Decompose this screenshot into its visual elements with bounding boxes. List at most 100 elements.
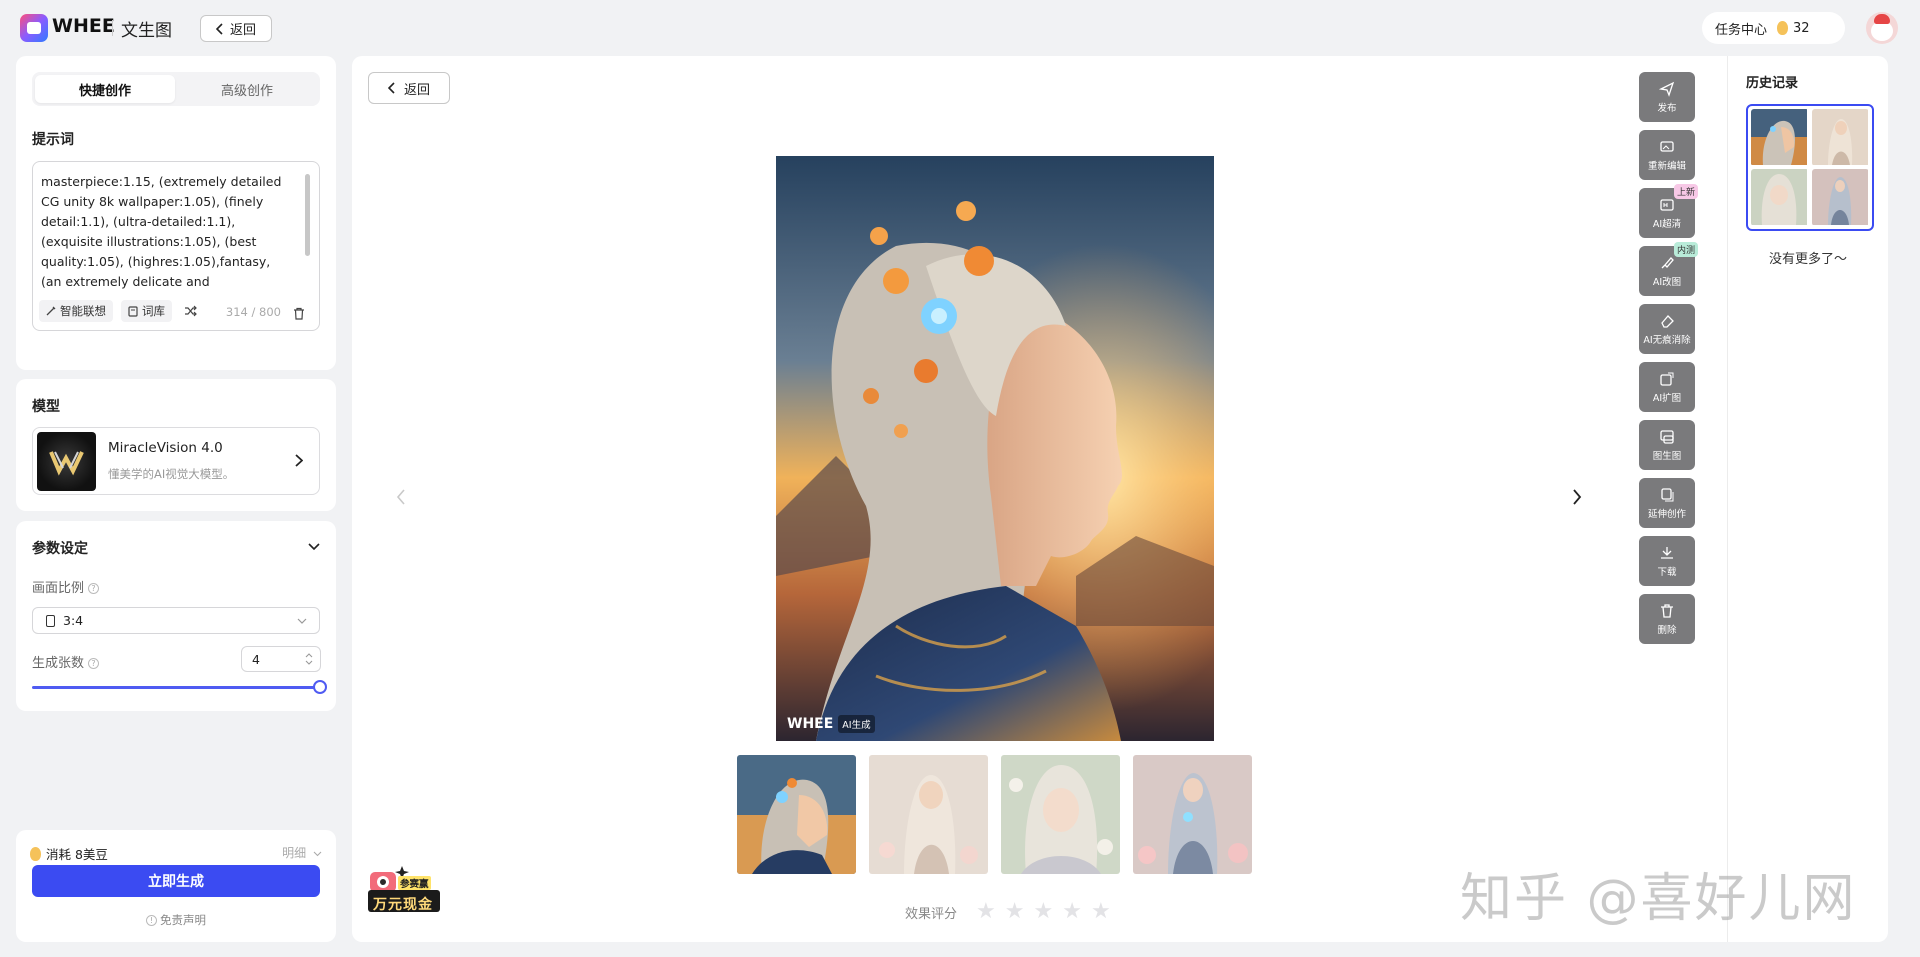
miraclevision-logo-icon <box>49 451 84 476</box>
params-card: 参数设定 画面比例? 3:4 生成张数? 4 <box>16 521 336 711</box>
image-count-stepper[interactable]: 4 <box>241 646 321 672</box>
hd-icon <box>1660 198 1674 211</box>
page-title: 文生图 <box>121 21 172 41</box>
history-item[interactable] <box>1746 104 1874 231</box>
star-icon[interactable]: ★ <box>1062 901 1082 923</box>
disclaimer-link[interactable]: ! 免责声明 <box>16 912 336 928</box>
tool-button-brush[interactable]: AI改图 内测 <box>1639 242 1698 296</box>
tab-advanced-create[interactable]: 高级创作 <box>177 75 317 103</box>
image-count-slider[interactable] <box>32 686 320 689</box>
prompt-label: 提示词 <box>32 132 74 148</box>
count-field-label: 生成张数? <box>32 652 100 671</box>
brush-icon <box>1661 256 1674 268</box>
top-header: WHEE 文生图 返回 任务中心 32 <box>0 0 1920 56</box>
smart-suggest-button[interactable]: 智能联想 <box>39 300 113 322</box>
rating-label: 效果评分 <box>905 906 958 922</box>
zhihu-watermark: 知乎 @喜好儿网 <box>1460 869 1857 929</box>
rating-bar: 效果评分 ★ ★ ★ ★ ★ <box>905 901 1111 923</box>
send-icon <box>1659 81 1675 97</box>
contest-badge[interactable]: 参赛赢 万元现金 <box>368 862 440 914</box>
tool-tag-badge: 上新 <box>1673 184 1698 199</box>
lexicon-button[interactable]: 词库 <box>121 300 172 322</box>
preview-panel: 返回 WHEE AI生成 效果评分 ★ ★ ★ ★ ★ 参赛赢 万元现金 发布 … <box>352 56 1888 942</box>
header-divider <box>112 20 113 36</box>
fantasy-portrait-image <box>776 156 1214 741</box>
chevron-down-icon[interactable] <box>308 543 320 551</box>
expand-icon <box>1660 372 1674 386</box>
watermark-brand: WHEE <box>787 716 834 732</box>
cost-label: 消耗 8美豆 <box>46 847 108 862</box>
chevron-down-icon <box>313 851 322 857</box>
copy-icon <box>1661 487 1674 501</box>
generate-button[interactable]: 立即生成 <box>32 865 320 897</box>
prompt-text[interactable]: masterpiece:1.15, (extremely detailed CG… <box>41 172 291 294</box>
cost-detail-button[interactable]: 明细 <box>282 844 322 861</box>
tool-button-copy[interactable]: 延伸创作 <box>1639 478 1695 528</box>
prompt-scrollbar[interactable] <box>305 174 310 256</box>
trash-icon <box>1661 603 1673 618</box>
clear-prompt-trash-icon[interactable] <box>293 307 305 320</box>
prompt-textarea[interactable]: masterpiece:1.15, (extremely detailed CG… <box>32 161 320 331</box>
tab-quick-create[interactable]: 快捷创作 <box>35 75 175 103</box>
avatar-face <box>1871 21 1893 41</box>
brand-name[interactable]: WHEE <box>52 15 115 37</box>
tool-button-expand[interactable]: AI扩图 <box>1639 362 1695 412</box>
header-back-button[interactable]: 返回 <box>200 15 272 42</box>
ratio-select[interactable]: 3:4 <box>32 607 320 634</box>
tool-label: 图生图 <box>1652 450 1682 462</box>
next-image-arrow-icon[interactable] <box>1572 486 1582 511</box>
chevron-right-icon <box>295 454 303 467</box>
result-thumbnail-3[interactable] <box>1001 755 1120 874</box>
tool-button-edit-image[interactable]: 重新编辑 <box>1639 130 1695 180</box>
generate-card: 消耗 8美豆 明细 立即生成 ! 免责声明 <box>16 830 336 942</box>
user-avatar[interactable] <box>1866 12 1898 44</box>
model-thumbnail <box>37 432 96 491</box>
chevron-left-icon <box>215 22 223 35</box>
task-center-label: 任务中心 <box>1715 22 1768 38</box>
image-count-value: 4 <box>252 651 260 667</box>
history-thumbnail-3 <box>1751 169 1809 226</box>
tool-button-download[interactable]: 下载 <box>1639 536 1695 586</box>
result-thumbnails <box>737 755 1252 874</box>
tool-label: 下载 <box>1657 566 1677 578</box>
star-icon[interactable]: ★ <box>1091 901 1111 923</box>
tool-button-send[interactable]: 发布 <box>1639 72 1695 122</box>
stepper-arrows-icon[interactable] <box>305 652 313 666</box>
generated-image-main[interactable]: WHEE AI生成 <box>776 156 1214 741</box>
badge-top-text: 参赛赢 <box>398 876 431 890</box>
smart-suggest-label: 智能联想 <box>60 304 106 318</box>
tool-label: AI改图 <box>1652 276 1682 288</box>
tool-button-eraser[interactable]: AI无痕消除 <box>1639 304 1695 354</box>
download-icon <box>1661 546 1673 559</box>
help-icon[interactable]: ? <box>88 583 100 594</box>
star-icon[interactable]: ★ <box>976 901 996 923</box>
bean-count: 32 <box>1793 20 1810 36</box>
model-description: 懂美学的AI视觉大模型。 <box>108 467 235 481</box>
result-thumbnail-4[interactable] <box>1133 755 1252 874</box>
whee-logo-icon[interactable] <box>20 14 48 42</box>
select-chevron-down-icon <box>297 618 307 624</box>
params-label: 参数设定 <box>32 541 88 557</box>
preview-back-button[interactable]: 返回 <box>368 72 450 104</box>
tool-button-hd[interactable]: AI超清 上新 <box>1639 184 1698 238</box>
slider-handle[interactable] <box>313 680 327 694</box>
model-selector[interactable]: MiracleVision 4.0 懂美学的AI视觉大模型。 <box>32 427 320 495</box>
tool-button-trash[interactable]: 删除 <box>1639 594 1695 644</box>
result-thumbnail-1[interactable] <box>737 755 856 874</box>
help-icon[interactable]: ? <box>88 658 100 669</box>
prompt-toolbar: 智能联想 词库 <box>39 300 197 322</box>
mode-switch: 快捷创作 高级创作 <box>32 72 320 106</box>
chevron-left-icon <box>387 82 395 94</box>
badge-bottom-text: 万元现金 <box>373 897 433 913</box>
task-center-button[interactable]: 任务中心 32 <box>1702 12 1845 44</box>
result-thumbnail-2[interactable] <box>869 755 988 874</box>
star-icon[interactable]: ★ <box>1005 901 1025 923</box>
ratio-value: 3:4 <box>63 613 84 628</box>
model-name: MiracleVision 4.0 <box>108 440 223 456</box>
tool-button-image-to-image[interactable]: 图生图 <box>1639 420 1695 470</box>
tool-label: 延伸创作 <box>1647 508 1686 520</box>
ratio-field-label: 画面比例? <box>32 577 100 596</box>
star-icon[interactable]: ★ <box>1033 901 1053 923</box>
prev-image-arrow-icon[interactable] <box>396 486 406 511</box>
shuffle-icon[interactable] <box>184 305 197 317</box>
